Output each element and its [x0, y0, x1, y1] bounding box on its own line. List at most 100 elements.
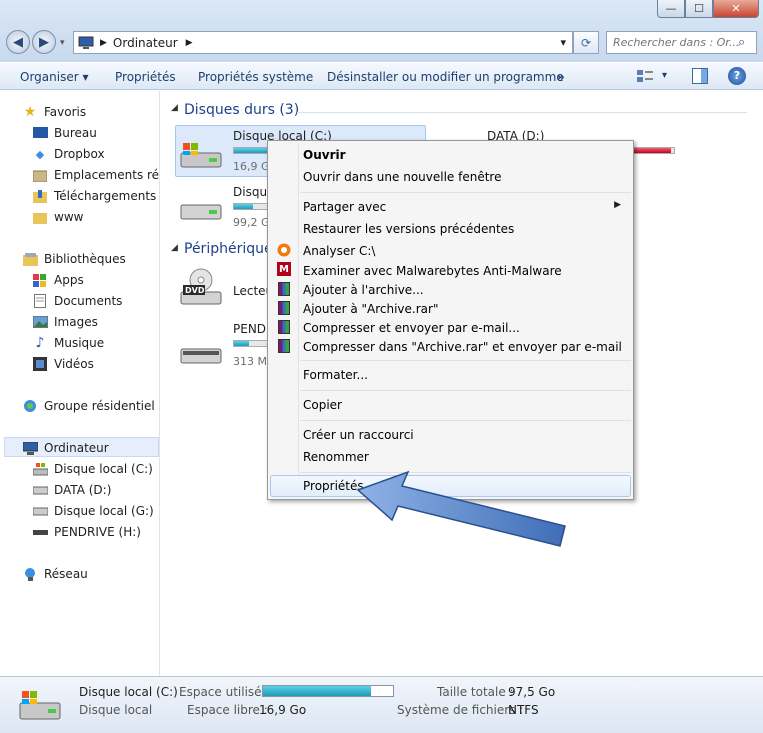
group-header-hard-disks[interactable]: Disques durs (3) [184, 102, 299, 118]
back-button[interactable]: ◀ [6, 30, 30, 54]
sidebar-item-dropbox[interactable]: ◆ Dropbox [32, 144, 105, 164]
history-dropdown-icon[interactable]: ▾ [60, 38, 65, 48]
navigation-pane: ★ Favoris Bureau ◆ Dropbox Emplacements ré… [0, 91, 160, 676]
search-icon[interactable]: ⌕ [738, 35, 745, 50]
sidebar-item-favorites[interactable]: ★ Favoris [22, 102, 86, 122]
details-pane: Disque local (C:) Disque local Espace ut… [0, 676, 763, 733]
homegroup-icon [22, 399, 38, 413]
more-commands-button[interactable]: » [557, 70, 565, 84]
dropbox-icon: ◆ [35, 147, 45, 161]
sidebar-item-network[interactable]: Réseau [22, 564, 88, 584]
minimize-button[interactable]: — [657, 0, 685, 18]
refresh-button[interactable]: ⟳ [573, 31, 599, 54]
uninstall-button[interactable]: Désinstaller ou modifier un programme [327, 70, 564, 84]
refresh-icon: ⟳ [580, 35, 592, 50]
computer-icon [78, 36, 94, 49]
details-total-value: 97,5 Go [508, 685, 556, 699]
group-header-removable[interactable]: Périphérique [184, 241, 273, 257]
menu-separator [300, 192, 631, 193]
caption-buttons: — ☐ ✕ [657, 0, 759, 18]
view-icon [637, 70, 653, 82]
menu-separator [300, 390, 631, 391]
sidebar-item-downloads[interactable]: Téléchargements [32, 186, 156, 206]
collapse-group-icon[interactable]: ◢ [171, 103, 178, 113]
sidebar-label: Emplacements récer [54, 168, 160, 182]
view-options-button[interactable] [637, 70, 653, 85]
preview-pane-button[interactable] [692, 68, 708, 87]
menu-item-add-archive[interactable]: Ajouter à l'archive... [303, 283, 424, 297]
menu-item-create-shortcut[interactable]: Créer un raccourci [303, 428, 414, 442]
menu-item-compress-email[interactable]: Compresser et envoyer par e-mail... [303, 321, 520, 335]
sidebar-label: Téléchargements [54, 189, 157, 203]
close-button[interactable]: ✕ [713, 0, 759, 18]
sidebar-item-desktop[interactable]: Bureau [32, 123, 97, 143]
sidebar-item-homegroup[interactable]: Groupe résidentiel [22, 396, 155, 416]
sidebar-label: Réseau [44, 567, 88, 581]
sidebar-item-www[interactable]: www [32, 207, 83, 227]
usage-fill [234, 341, 250, 346]
computer-icon [22, 441, 38, 455]
collapse-group-icon[interactable]: ◢ [171, 243, 178, 253]
menu-item-open-new-window[interactable]: Ouvrir dans une nouvelle fenêtre [303, 170, 501, 184]
menu-item-compress-rar-email[interactable]: Compresser dans "Archive.rar" et envoyer… [303, 340, 622, 354]
sidebar-item-computer[interactable]: Ordinateur [22, 438, 109, 458]
drive-g-free-space: 99,2 G [233, 216, 270, 229]
breadcrumb-separator-icon[interactable]: ▶ [186, 38, 193, 48]
details-free-label: Espace libre : [187, 703, 268, 717]
menu-item-open[interactable]: Ouvrir [303, 148, 346, 162]
help-icon[interactable]: ? [728, 67, 746, 85]
sidebar-label: Apps [54, 273, 84, 287]
usage-fill [263, 686, 371, 696]
menu-item-scan[interactable]: Analyser C:\ [303, 244, 375, 258]
documents-icon [32, 294, 48, 308]
sidebar-label: www [54, 210, 84, 224]
sidebar-item-drive-g[interactable]: Disque local (G:) [32, 501, 154, 521]
window-frame: — ☐ ✕ ◀ ▶ ▾ ▶ Ordinateur ▶ ▾ ⟳ ⌕ [0, 0, 763, 62]
sidebar-item-libraries[interactable]: Bibliothèques [22, 249, 126, 269]
sidebar-item-drive-d[interactable]: DATA (D:) [32, 480, 111, 500]
menu-item-share-with[interactable]: Partager avec [303, 200, 386, 214]
menu-item-restore-versions[interactable]: Restaurer les versions précédentes [303, 222, 514, 236]
properties-button[interactable]: Propriétés [115, 70, 176, 84]
sidebar-label: Dropbox [54, 147, 105, 161]
winrar-icon [276, 281, 292, 297]
maximize-button[interactable]: ☐ [685, 0, 713, 18]
group-divider [297, 112, 747, 113]
sidebar-item-music[interactable]: ♪ Musique [32, 333, 105, 353]
system-properties-button[interactable]: Propriétés système [198, 70, 313, 84]
sidebar-item-images[interactable]: Images [32, 312, 98, 332]
network-icon [22, 567, 38, 581]
view-dropdown-icon[interactable]: ▾ [662, 70, 667, 81]
organize-button[interactable]: Organiser ▾ [20, 70, 88, 84]
breadcrumb-separator-icon[interactable]: ▶ [100, 38, 107, 48]
menu-item-format[interactable]: Formater... [303, 368, 368, 382]
details-drive-type: Disque local [79, 703, 153, 717]
sidebar-label: PENDRIVE (H:) [54, 525, 141, 539]
breadcrumb-computer[interactable]: Ordinateur [113, 36, 178, 50]
apps-icon [32, 273, 48, 287]
usb-drive-icon [180, 348, 222, 364]
menu-item-add-archive-rar[interactable]: Ajouter à "Archive.rar" [303, 302, 438, 316]
sidebar-item-drive-h[interactable]: PENDRIVE (H:) [32, 522, 141, 542]
drive-icon [180, 204, 222, 220]
submenu-arrow-icon: ▶ [614, 200, 621, 210]
search-box[interactable]: ⌕ [606, 31, 757, 54]
menu-item-malwarebytes[interactable]: Examiner avec Malwarebytes Anti-Malware [303, 264, 562, 278]
search-input[interactable] [613, 36, 738, 49]
sidebar-item-drive-c[interactable]: Disque local (C:) [32, 459, 153, 479]
address-bar[interactable]: ▶ Ordinateur ▶ ▾ [73, 31, 573, 54]
downloads-folder-icon [32, 189, 48, 203]
sidebar-item-videos[interactable]: Vidéos [32, 354, 94, 374]
sidebar-label: Favoris [44, 105, 87, 119]
menu-item-rename[interactable]: Renommer [303, 450, 369, 464]
menu-item-copy[interactable]: Copier [303, 398, 342, 412]
windows-drive-icon [19, 691, 61, 720]
address-dropdown-icon[interactable]: ▾ [560, 36, 566, 49]
sidebar-label: Bibliothèques [44, 252, 126, 266]
videos-icon [32, 357, 48, 371]
forward-button[interactable]: ▶ [32, 30, 56, 54]
details-free-value: 16,9 Go [259, 703, 307, 717]
sidebar-item-apps[interactable]: Apps [32, 270, 84, 290]
sidebar-item-documents[interactable]: Documents [32, 291, 122, 311]
sidebar-item-recent-places[interactable]: Emplacements récer [32, 165, 160, 185]
